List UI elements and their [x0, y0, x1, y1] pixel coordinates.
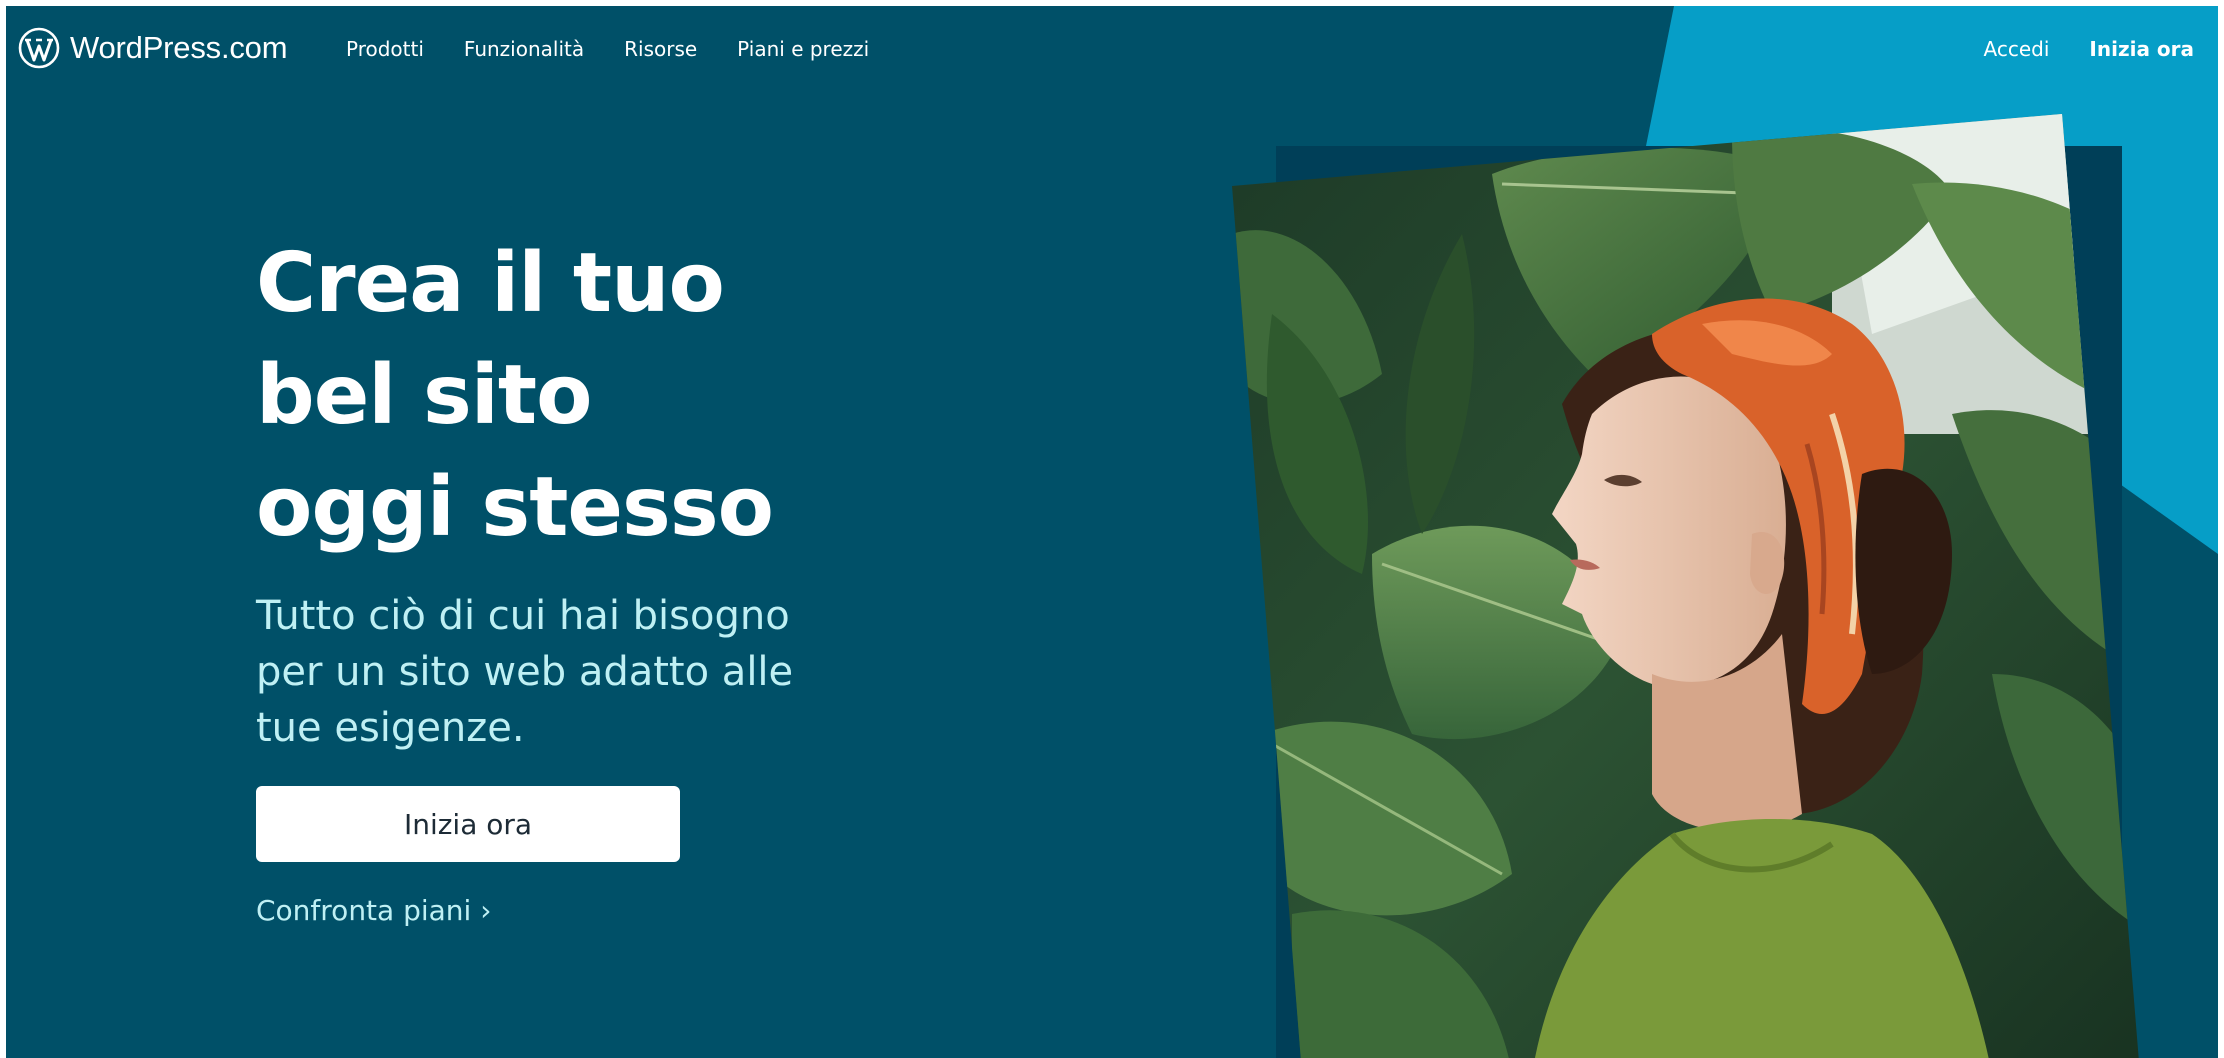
page-frame: WordPress.com Prodotti Funzionalità Riso… — [6, 6, 2218, 1058]
woman-plants-photo — [1232, 114, 2140, 1058]
hero-title-line: bel sito — [256, 348, 592, 443]
main-nav: Prodotti Funzionalità Risorse Piani e pr… — [346, 32, 869, 66]
hero-subtitle: Tutto ciò di cui hai bisogno per un sito… — [256, 588, 896, 756]
hero-subtitle-line: per un sito web adatto alle — [256, 649, 794, 695]
hero-title: Crea il tuo bel sito oggi stesso — [256, 228, 956, 564]
account-nav: Accedi Inizia ora — [1984, 32, 2194, 66]
hero-subtitle-line: tue esigenze. — [256, 705, 525, 751]
nav-item-funzionalita[interactable]: Funzionalità — [464, 37, 584, 61]
login-link[interactable]: Accedi — [1984, 37, 2050, 61]
start-now-button-label: Inizia ora — [403, 807, 533, 841]
top-navigation: WordPress.com Prodotti Funzionalità Riso… — [6, 6, 2218, 90]
brand-link[interactable]: WordPress.com — [18, 26, 288, 70]
hero-title-line: oggi stesso — [256, 460, 774, 555]
brand-name: WordPress.com — [70, 30, 288, 65]
start-now-button[interactable]: Inizia ora — [256, 786, 680, 862]
compare-plans-link[interactable]: Confronta piani › — [256, 894, 491, 927]
nav-item-prodotti[interactable]: Prodotti — [346, 37, 424, 61]
wordpress-logo-icon — [18, 27, 60, 69]
start-now-link[interactable]: Inizia ora — [2089, 37, 2194, 61]
nav-item-risorse[interactable]: Risorse — [624, 37, 697, 61]
hero-photo — [1232, 114, 2152, 1058]
nav-item-piani-e-prezzi[interactable]: Piani e prezzi — [737, 37, 869, 61]
hero-subtitle-line: Tutto ciò di cui hai bisogno — [256, 593, 790, 639]
hero-title-line: Crea il tuo — [256, 236, 725, 331]
